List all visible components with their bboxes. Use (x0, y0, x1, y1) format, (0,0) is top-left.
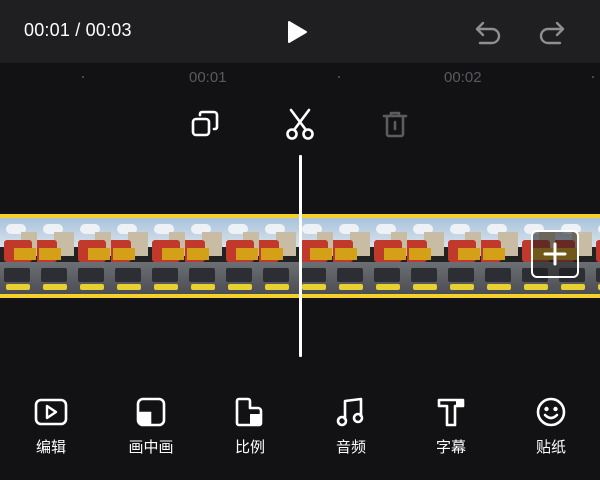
clip-frame-thumbnail (74, 218, 111, 294)
clip-frame-thumbnail (148, 218, 185, 294)
tool-edit[interactable]: 编辑 (16, 394, 86, 458)
scissors-icon (286, 108, 314, 140)
video-editor: 00:01 / 00:03 00:01 00:02 编辑 画中画 比例 音频 字… (0, 0, 600, 480)
clip-frame-thumbnail (259, 218, 296, 294)
clip-frame-thumbnail (37, 218, 74, 294)
clip-frame-thumbnail (407, 218, 444, 294)
time-ruler[interactable]: 00:01 00:02 (0, 63, 600, 93)
picture-in-picture-icon (136, 397, 166, 427)
tool-label: 字幕 (435, 438, 466, 456)
clip-frame-thumbnail (481, 218, 518, 294)
clip-frame-thumbnail (333, 218, 370, 294)
clip-frame-thumbnail (222, 218, 259, 294)
redo-icon (539, 21, 565, 45)
text-icon (437, 398, 465, 427)
player-bar: 00:01 / 00:03 (0, 0, 600, 63)
playhead[interactable] (299, 155, 302, 357)
tool-aspect-ratio[interactable]: 比例 (215, 394, 285, 458)
clip-frame-thumbnail (370, 218, 407, 294)
plus-icon (543, 242, 567, 266)
clip-frame-thumbnail (185, 218, 222, 294)
split-button[interactable] (282, 106, 318, 142)
add-clip-button[interactable] (531, 230, 579, 278)
tool-label: 音频 (335, 438, 366, 456)
clip-frame-thumbnail (111, 218, 148, 294)
clip-frame-thumbnail (0, 218, 37, 294)
tool-label: 贴纸 (535, 438, 566, 456)
undo-button[interactable] (472, 16, 504, 48)
bottom-toolbar: 编辑 画中画 比例 音频 字幕 贴纸 (0, 384, 600, 480)
tool-label: 画中画 (128, 438, 174, 456)
aspect-ratio-icon (235, 397, 263, 427)
ruler-dot (82, 76, 84, 78)
ruler-label: 00:01 (189, 69, 227, 86)
ruler-label: 00:02 (444, 69, 482, 86)
sticker-icon (536, 397, 566, 427)
edit-video-icon (34, 398, 68, 426)
tool-picture-in-picture[interactable]: 画中画 (116, 394, 186, 458)
play-button[interactable] (282, 16, 312, 48)
redo-button[interactable] (536, 16, 568, 48)
copy-icon (191, 110, 219, 137)
tool-sticker[interactable]: 贴纸 (516, 394, 586, 458)
music-note-icon (336, 397, 364, 427)
tool-subtitle[interactable]: 字幕 (416, 394, 486, 458)
clip-frame-thumbnail (444, 218, 481, 294)
delete-button[interactable] (377, 106, 413, 142)
ruler-dot (592, 76, 594, 78)
timecode: 00:01 / 00:03 (24, 20, 132, 40)
trash-icon (382, 111, 408, 138)
play-icon (288, 21, 307, 43)
tool-label: 编辑 (35, 438, 66, 456)
undo-icon (475, 21, 501, 45)
ruler-dot (338, 76, 340, 78)
tool-label: 比例 (234, 438, 265, 456)
clip-frame-thumbnail (592, 218, 600, 294)
tool-audio[interactable]: 音频 (316, 394, 386, 458)
copy-button[interactable] (187, 106, 223, 142)
